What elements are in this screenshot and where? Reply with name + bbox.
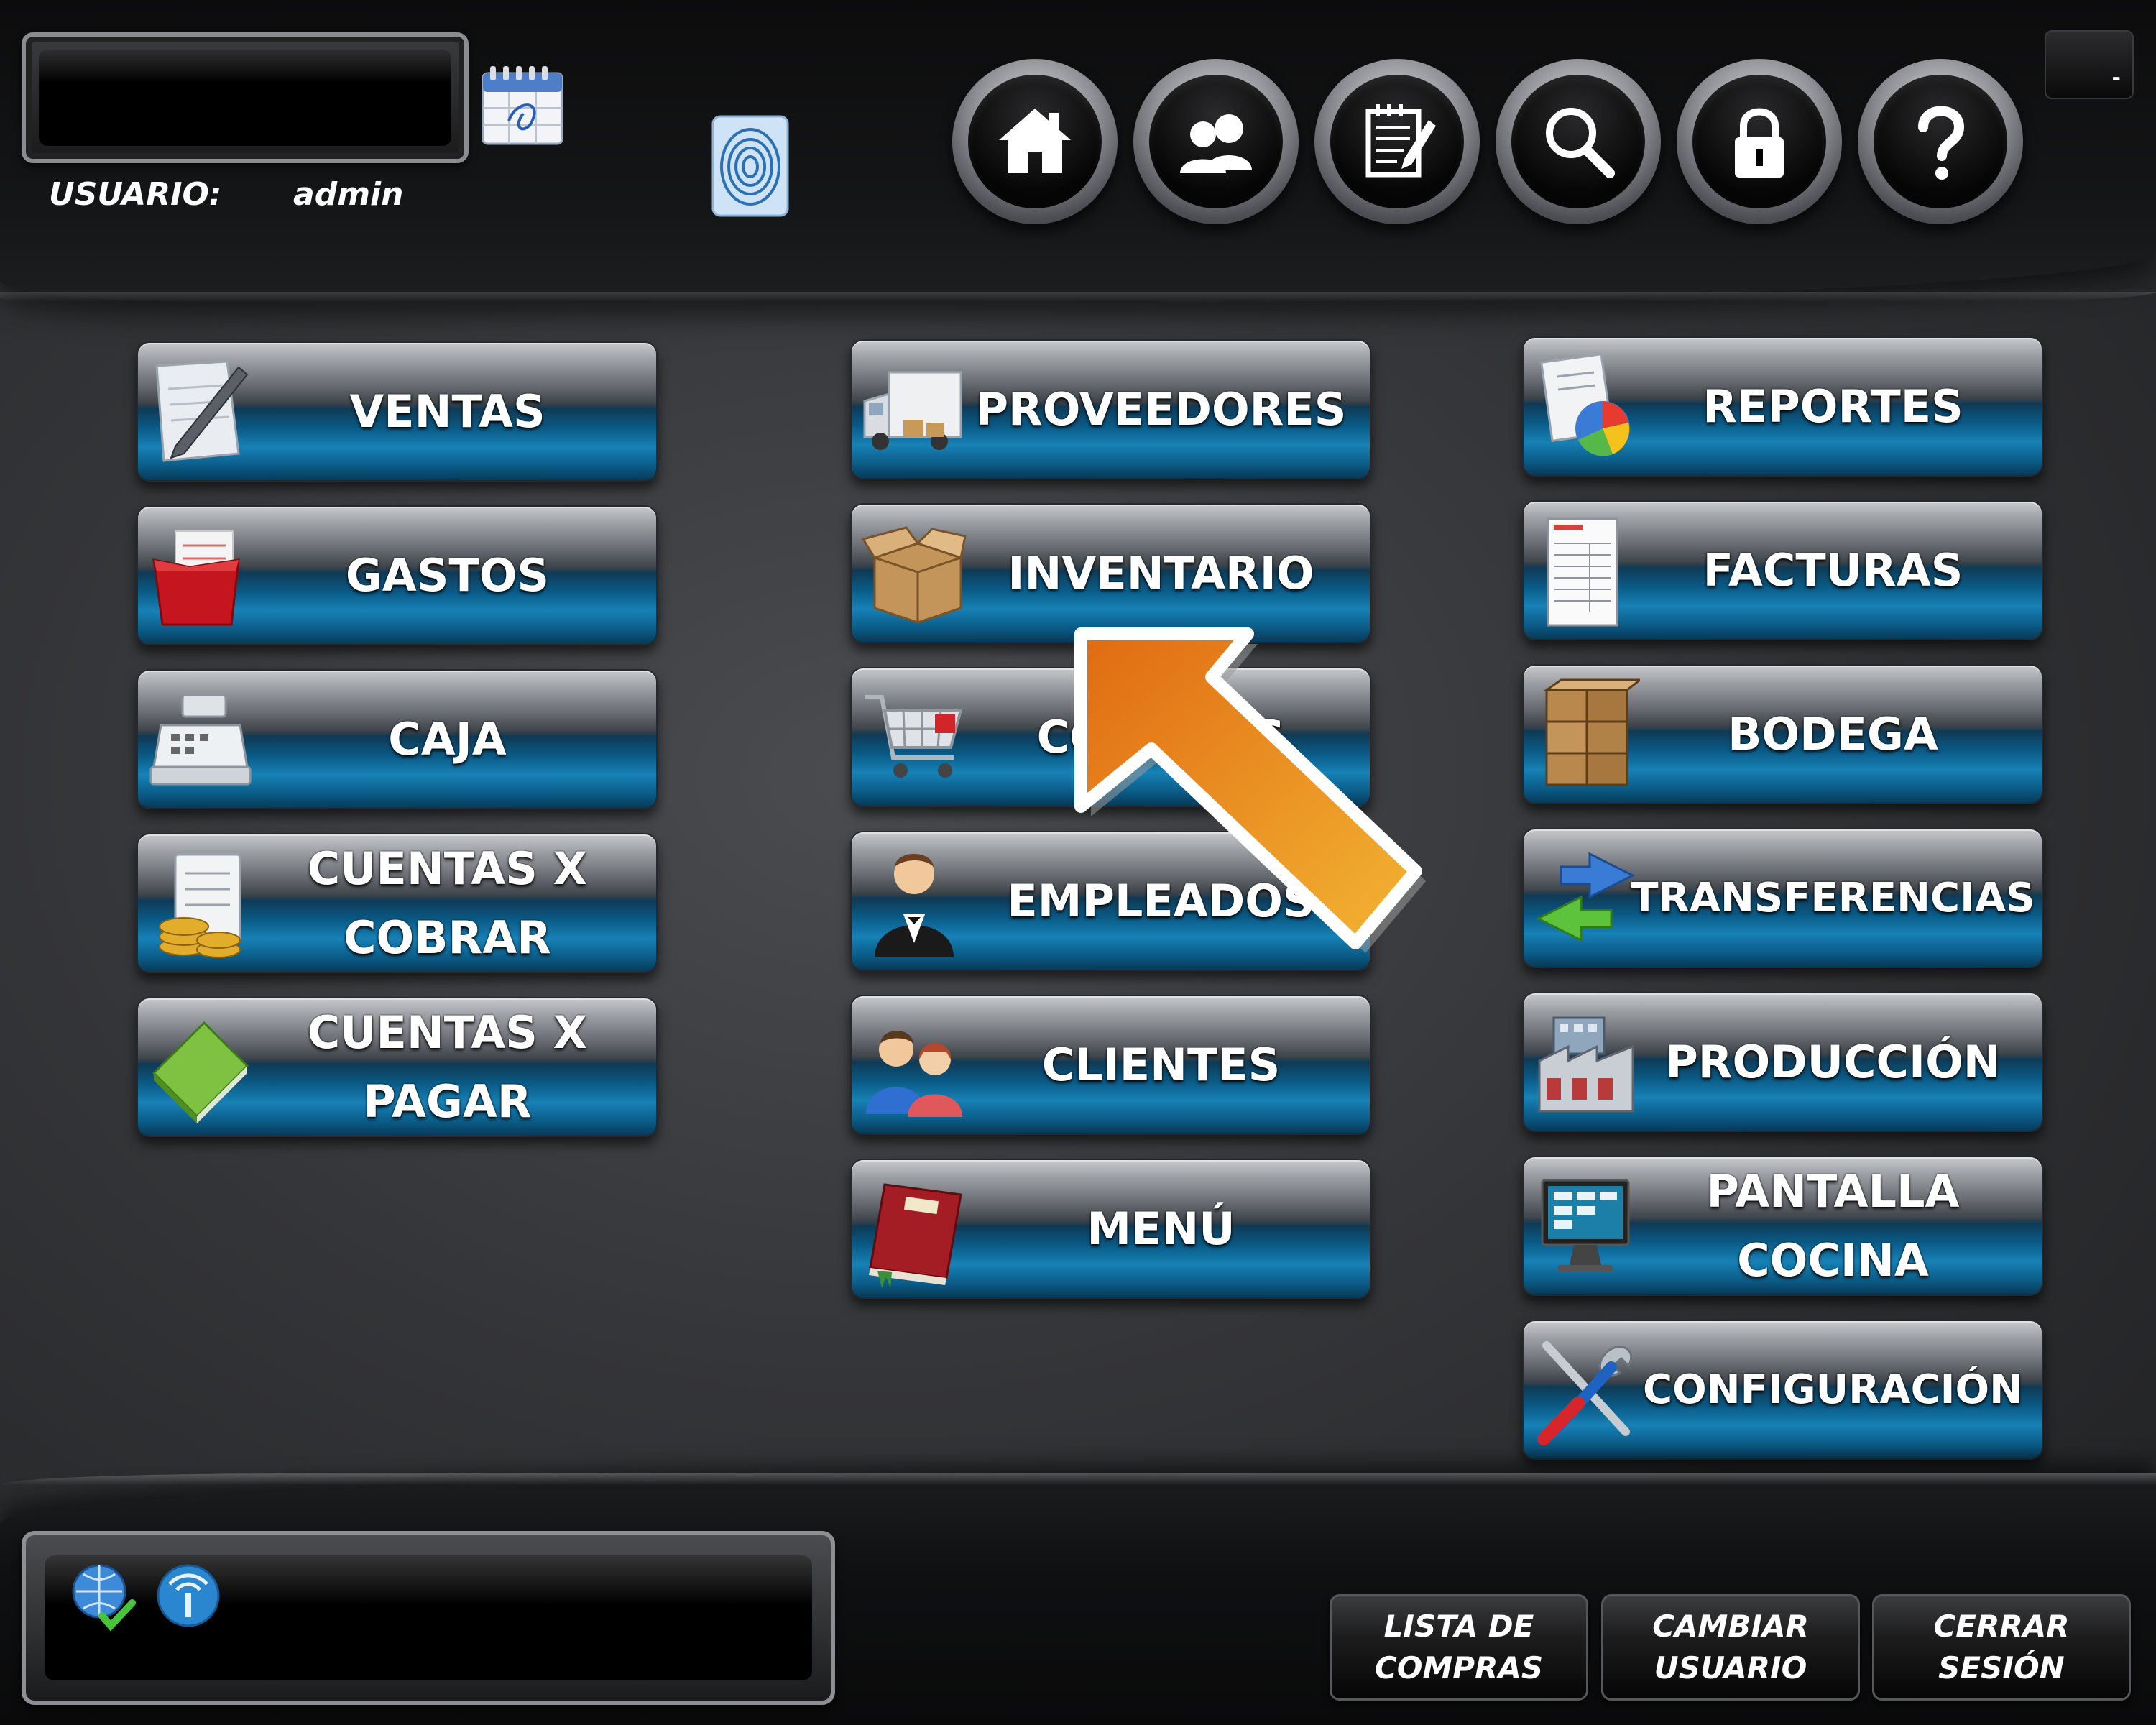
- invoice-icon: [1532, 512, 1640, 630]
- menu-transferencias-label: TRANSFERENCIAS: [1631, 874, 2035, 921]
- menu-proveedores-label: PROVEEDORES: [975, 382, 1347, 436]
- menu-book-icon: [860, 1170, 968, 1289]
- menu-gastos-label: GASTOS: [345, 548, 550, 602]
- menu-pantalla-cocina-button[interactable]: PANTALLA COCINA: [1522, 1156, 2043, 1296]
- home-button-face: [968, 75, 1102, 208]
- menu-compras-button[interactable]: COMPRAS: [850, 667, 1371, 807]
- menu-facturas-label: FACTURAS: [1703, 543, 1963, 597]
- help-button-face: [1874, 75, 2007, 208]
- red-folder-icon: [147, 517, 254, 635]
- home-icon: [999, 109, 1071, 173]
- report-chart-icon: [1532, 348, 1640, 466]
- lock-icon: [1735, 108, 1784, 178]
- menu-cuentas-cobrar-button[interactable]: CUENTAS X COBRAR: [137, 833, 658, 973]
- menu-inventario-button[interactable]: INVENTARIO: [850, 503, 1371, 643]
- users-icon: [1180, 114, 1252, 173]
- menu-bodega-button[interactable]: BODEGA: [1522, 664, 2043, 804]
- fingerprint-icon[interactable]: [711, 115, 789, 217]
- menu-proveedores-button[interactable]: PROVEEDORES: [850, 339, 1371, 479]
- lista-compras-button[interactable]: LISTA DE COMPRAS: [1330, 1594, 1588, 1701]
- search-icon: [1546, 108, 1615, 178]
- help-icon: [1918, 106, 1965, 180]
- green-book-icon: [147, 1008, 254, 1127]
- waiter-icon: [860, 842, 968, 961]
- menu-menu-button[interactable]: MENÚ: [850, 1159, 1371, 1299]
- menu-reportes-label: REPORTES: [1703, 380, 1963, 433]
- info-display: [22, 32, 469, 163]
- tools-icon: [1532, 1331, 1640, 1450]
- minimize-label: -: [2111, 65, 2121, 91]
- menu-compras-label: COMPRAS: [1036, 710, 1286, 763]
- globe-check-icon[interactable]: [66, 1560, 138, 1632]
- menu-ventas-button[interactable]: VENTAS: [137, 341, 658, 482]
- coins-receipt-icon: [147, 845, 254, 963]
- status-display: [22, 1531, 835, 1705]
- app-window: USUARIO: admin - VENTAS GASTOS CAJA CUEN…: [0, 0, 2156, 1725]
- info-display-screen: [39, 50, 451, 146]
- transfer-arrows-icon: [1532, 840, 1640, 958]
- user-label: USUARIO:: [49, 176, 222, 213]
- menu-configuracion-button[interactable]: CONFIGURACIÓN: [1522, 1320, 2043, 1460]
- signal-icon[interactable]: [152, 1560, 224, 1632]
- calendar-icon[interactable]: [480, 63, 565, 146]
- open-box-icon: [860, 515, 968, 633]
- menu-facturas-button[interactable]: FACTURAS: [1522, 500, 2043, 640]
- menu-cuentas-pagar-label: CUENTAS X PAGAR: [307, 1006, 588, 1128]
- notes-button-face: [1330, 75, 1464, 208]
- monitor-icon: [1532, 1167, 1640, 1286]
- cambiar-usuario-button[interactable]: CAMBIAR USUARIO: [1601, 1594, 1860, 1701]
- notes-button[interactable]: [1314, 59, 1480, 224]
- people-icon: [860, 1006, 968, 1125]
- delivery-truck-icon: [860, 351, 968, 469]
- menu-empleados-button[interactable]: EMPLEADOS: [850, 831, 1371, 971]
- menu-ventas-label: VENTAS: [349, 385, 545, 438]
- notes-icon: [1365, 104, 1436, 178]
- menu-transferencias-button[interactable]: TRANSFERENCIAS: [1522, 828, 2043, 968]
- home-button[interactable]: [952, 59, 1118, 224]
- user-value: admin: [293, 176, 404, 213]
- menu-produccion-button[interactable]: PRODUCCIÓN: [1522, 992, 2043, 1132]
- users-button[interactable]: [1133, 59, 1299, 224]
- lock-button-face: [1692, 75, 1826, 208]
- menu-bodega-label: BODEGA: [1728, 707, 1938, 760]
- menu-produccion-label: PRODUCCIÓN: [1665, 1035, 2001, 1088]
- menu-menu-label: MENÚ: [1087, 1202, 1235, 1255]
- minimize-button[interactable]: -: [2045, 30, 2134, 99]
- search-button-face: [1511, 75, 1645, 208]
- lock-button[interactable]: [1677, 59, 1842, 224]
- users-button-face: [1149, 75, 1283, 208]
- help-button[interactable]: [1858, 59, 2023, 224]
- menu-pantalla-cocina-label: PANTALLA COCINA: [1706, 1164, 1960, 1287]
- factory-icon: [1532, 1003, 1640, 1122]
- menu-caja-label: CAJA: [388, 712, 507, 765]
- menu-cuentas-pagar-button[interactable]: CUENTAS X PAGAR: [137, 997, 658, 1137]
- menu-configuracion-label: CONFIGURACIÓN: [1643, 1366, 2023, 1413]
- menu-reportes-button[interactable]: REPORTES: [1522, 336, 2043, 477]
- shopping-cart-icon: [860, 678, 968, 797]
- boxes-icon: [1532, 676, 1644, 794]
- cerrar-sesion-button[interactable]: CERRAR SESIÓN: [1872, 1594, 2131, 1701]
- cash-register-icon: [147, 681, 254, 799]
- menu-caja-button[interactable]: CAJA: [137, 669, 658, 809]
- menu-cuentas-cobrar-label: CUENTAS X COBRAR: [307, 842, 588, 964]
- menu-inventario-label: INVENTARIO: [1008, 546, 1314, 599]
- menu-empleados-label: EMPLEADOS: [1007, 874, 1315, 927]
- menu-clientes-label: CLIENTES: [1041, 1038, 1281, 1091]
- search-button[interactable]: [1496, 59, 1661, 224]
- pen-document-icon: [147, 353, 254, 472]
- menu-gastos-button[interactable]: GASTOS: [137, 505, 658, 645]
- menu-clientes-button[interactable]: CLIENTES: [850, 995, 1371, 1135]
